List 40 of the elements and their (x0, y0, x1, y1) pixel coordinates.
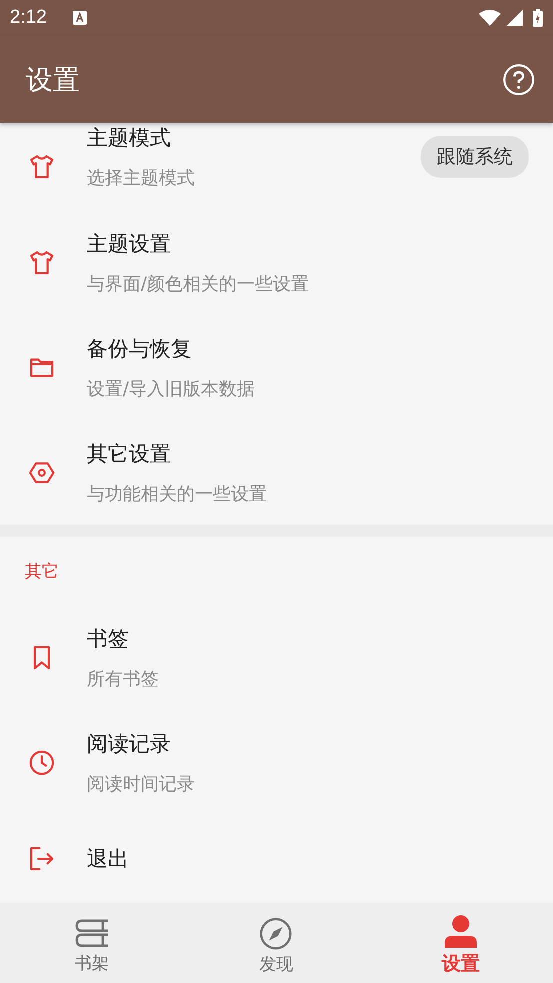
exit-icon (28, 845, 56, 873)
app-bar-title: 设置 (26, 64, 81, 98)
shirt-icon (28, 248, 56, 276)
item-subtitle: 选择主题模式 (87, 166, 196, 190)
settings-item[interactable]: 其它设置 与功能相关的一些设置 (0, 420, 553, 525)
item-subtitle: 与功能相关的一些设置 (87, 482, 268, 506)
wifi-icon (479, 10, 501, 26)
section-header: 其它 (25, 560, 59, 582)
theme-mode-chip[interactable]: 跟随系统 (421, 136, 529, 178)
item-subtitle: 设置/导入旧版本数据 (87, 378, 256, 400)
item-title: 主题设置 (87, 230, 172, 258)
item-title: 退出 (87, 846, 130, 873)
item-subtitle: 阅读时间记录 (87, 772, 196, 796)
item-title: 书签 (87, 626, 130, 652)
status-time: 2:12 (10, 7, 47, 29)
battery-icon (533, 9, 543, 27)
books-icon (74, 918, 110, 950)
item-title: 阅读记录 (87, 730, 172, 758)
notification-icon (72, 11, 87, 25)
shirt-icon (28, 152, 56, 180)
settings-item[interactable]: 书签 所有书签 (0, 605, 553, 710)
item-subtitle: 与界面/颜色相关的一些设置 (87, 272, 310, 296)
item-title: 主题模式 (87, 124, 172, 152)
clock-icon (28, 748, 56, 776)
help-icon (503, 64, 535, 96)
item-title: 备份与恢复 (87, 336, 193, 362)
settings-item[interactable]: 阅读记录 阅读时间记录 (0, 710, 553, 815)
item-title: 其它设置 (87, 440, 172, 468)
settings-item[interactable]: 备份与恢复 设置/导入旧版本数据 (0, 315, 553, 420)
person-icon (444, 915, 477, 949)
settings-item[interactable]: 主题模式 选择主题模式 跟随系统 (0, 123, 553, 210)
nav-tab[interactable]: 发现 (184, 903, 369, 983)
signal-icon (507, 10, 523, 26)
nav-tab[interactable]: 书架 (0, 903, 184, 983)
settings-item[interactable]: 退出 (0, 815, 553, 903)
help-button[interactable] (503, 64, 535, 96)
compass-icon (259, 916, 294, 950)
item-subtitle: 所有书签 (87, 668, 160, 690)
settings-item[interactable]: 主题设置 与界面/颜色相关的一些设置 (0, 210, 553, 315)
nav-tab[interactable]: 设置 (368, 903, 553, 983)
